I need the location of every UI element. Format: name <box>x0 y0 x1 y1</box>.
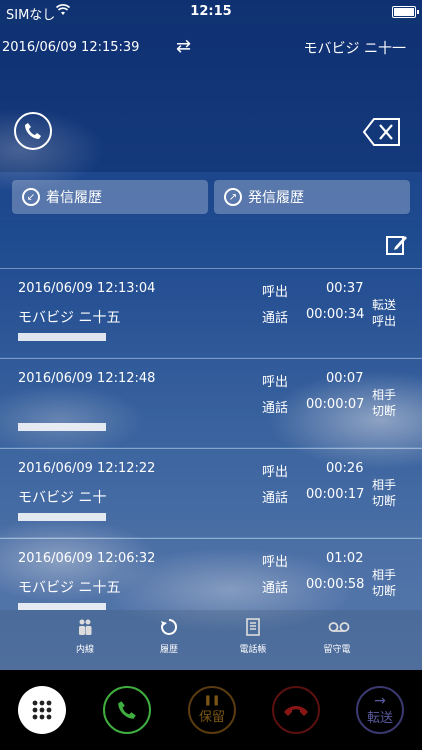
history-row[interactable]: 2016/06/09 12:12:22 モバビジ ニ十 呼出 00:26 通話 … <box>0 449 422 537</box>
call-name: モバビジ ニ十 <box>18 490 107 506</box>
pause-icon: ❚❚ <box>203 694 221 706</box>
call-button[interactable] <box>103 686 151 734</box>
nav-voicemail[interactable]: 留守電 <box>302 618 372 655</box>
phone-call-icon[interactable] <box>14 112 52 150</box>
nav-history-label: 履歴 <box>159 645 178 655</box>
talk-label: 通話 <box>262 491 289 506</box>
ring-duration: 01:02 <box>326 551 364 566</box>
incoming-call-icon: ↙ <box>22 188 40 206</box>
call-number-redacted <box>18 603 106 610</box>
action-bar: ❚❚ 保留 → 転送 <box>0 670 422 750</box>
call-number-redacted <box>18 333 106 341</box>
ring-label: 呼出 <box>262 285 289 300</box>
tab-outgoing-label: 発信履歴 <box>248 190 304 206</box>
call-date: 2016/06/09 12:12:22 <box>18 461 156 476</box>
keypad-icon <box>32 700 52 720</box>
talk-label: 通話 <box>262 311 289 326</box>
ring-label: 呼出 <box>262 465 289 480</box>
call-name: モバビジ ニ十五 <box>18 580 121 596</box>
talk-duration: 00:00:17 <box>306 487 365 502</box>
hold-button[interactable]: ❚❚ 保留 <box>188 686 236 734</box>
call-date: 2016/06/09 12:06:32 <box>18 551 156 566</box>
phone-icon <box>118 701 136 719</box>
outgoing-call-icon: ↗ <box>224 188 242 206</box>
tab-outgoing-history[interactable]: ↗ 発信履歴 <box>214 180 410 214</box>
tab-incoming-history[interactable]: ↙ 着信履歴 <box>12 180 208 214</box>
ring-label: 呼出 <box>262 555 289 570</box>
call-name: モバビジ ニ十五 <box>18 310 121 326</box>
talk-label: 通話 <box>262 581 289 596</box>
talk-label: 通話 <box>262 401 289 416</box>
call-datetime: 2016/06/09 12:15:39 <box>2 40 140 55</box>
battery-icon <box>392 6 419 18</box>
ring-duration: 00:26 <box>326 461 364 476</box>
status-time: 12:15 <box>190 4 232 19</box>
swap-icon[interactable]: ⇄ <box>176 36 191 57</box>
talk-duration: 00:00:34 <box>306 307 365 322</box>
end-call-button[interactable] <box>272 686 320 734</box>
ring-duration: 00:37 <box>326 281 364 296</box>
people-icon <box>76 618 94 636</box>
call-status: 相手 切断 <box>372 388 397 418</box>
ring-label: 呼出 <box>262 375 289 390</box>
talk-duration: 00:00:58 <box>306 577 365 592</box>
voicemail-icon <box>328 618 350 636</box>
caller-name: モバビジ ニ十一 <box>303 41 406 57</box>
keypad-button[interactable] <box>18 686 66 734</box>
status-bar: SIMなし 12:15 <box>0 0 422 24</box>
history-icon <box>160 618 178 636</box>
nav-extension[interactable]: 内線 <box>50 618 120 655</box>
history-row[interactable]: 2016/06/09 12:06:32 モバビジ ニ十五 呼出 01:02 通話… <box>0 539 422 610</box>
call-date: 2016/06/09 12:12:48 <box>18 371 156 386</box>
call-status: 転送 呼出 <box>372 298 397 328</box>
call-status: 相手 切断 <box>372 568 397 598</box>
history-row[interactable]: 2016/06/09 12:12:48 呼出 00:07 通話 00:00:07… <box>0 359 422 447</box>
ring-duration: 00:07 <box>326 371 364 386</box>
call-number-redacted <box>18 513 106 521</box>
history-tabs: ↙ 着信履歴 ↗ 発信履歴 <box>0 172 422 220</box>
call-date: 2016/06/09 12:13:04 <box>18 281 156 296</box>
history-row[interactable]: 2016/06/09 12:13:04 モバビジ ニ十五 呼出 00:37 通話… <box>0 269 422 357</box>
backspace-icon[interactable] <box>362 117 402 147</box>
edit-toolbar <box>0 220 422 268</box>
talk-duration: 00:00:07 <box>306 397 365 412</box>
edit-icon[interactable] <box>386 234 408 256</box>
phonebook-icon <box>244 618 262 636</box>
nav-history[interactable]: 履歴 <box>134 618 204 655</box>
hold-label: 保留 <box>198 709 225 725</box>
arrow-right-icon: → <box>374 692 386 709</box>
tab-incoming-label: 着信履歴 <box>46 190 102 206</box>
nav-voicemail-label: 留守電 <box>323 645 351 655</box>
nav-extension-label: 内線 <box>75 645 94 655</box>
transfer-button[interactable]: → 転送 <box>356 686 404 734</box>
hangup-icon <box>284 706 308 716</box>
call-number-redacted <box>18 423 106 431</box>
nav-phonebook-label: 電話帳 <box>239 645 267 655</box>
nav-phonebook[interactable]: 電話帳 <box>218 618 288 655</box>
bottom-nav: 内線 履歴 電話帳 留守電 <box>0 610 422 670</box>
call-status: 相手 切断 <box>372 478 397 508</box>
transfer-label: 転送 <box>366 710 393 726</box>
